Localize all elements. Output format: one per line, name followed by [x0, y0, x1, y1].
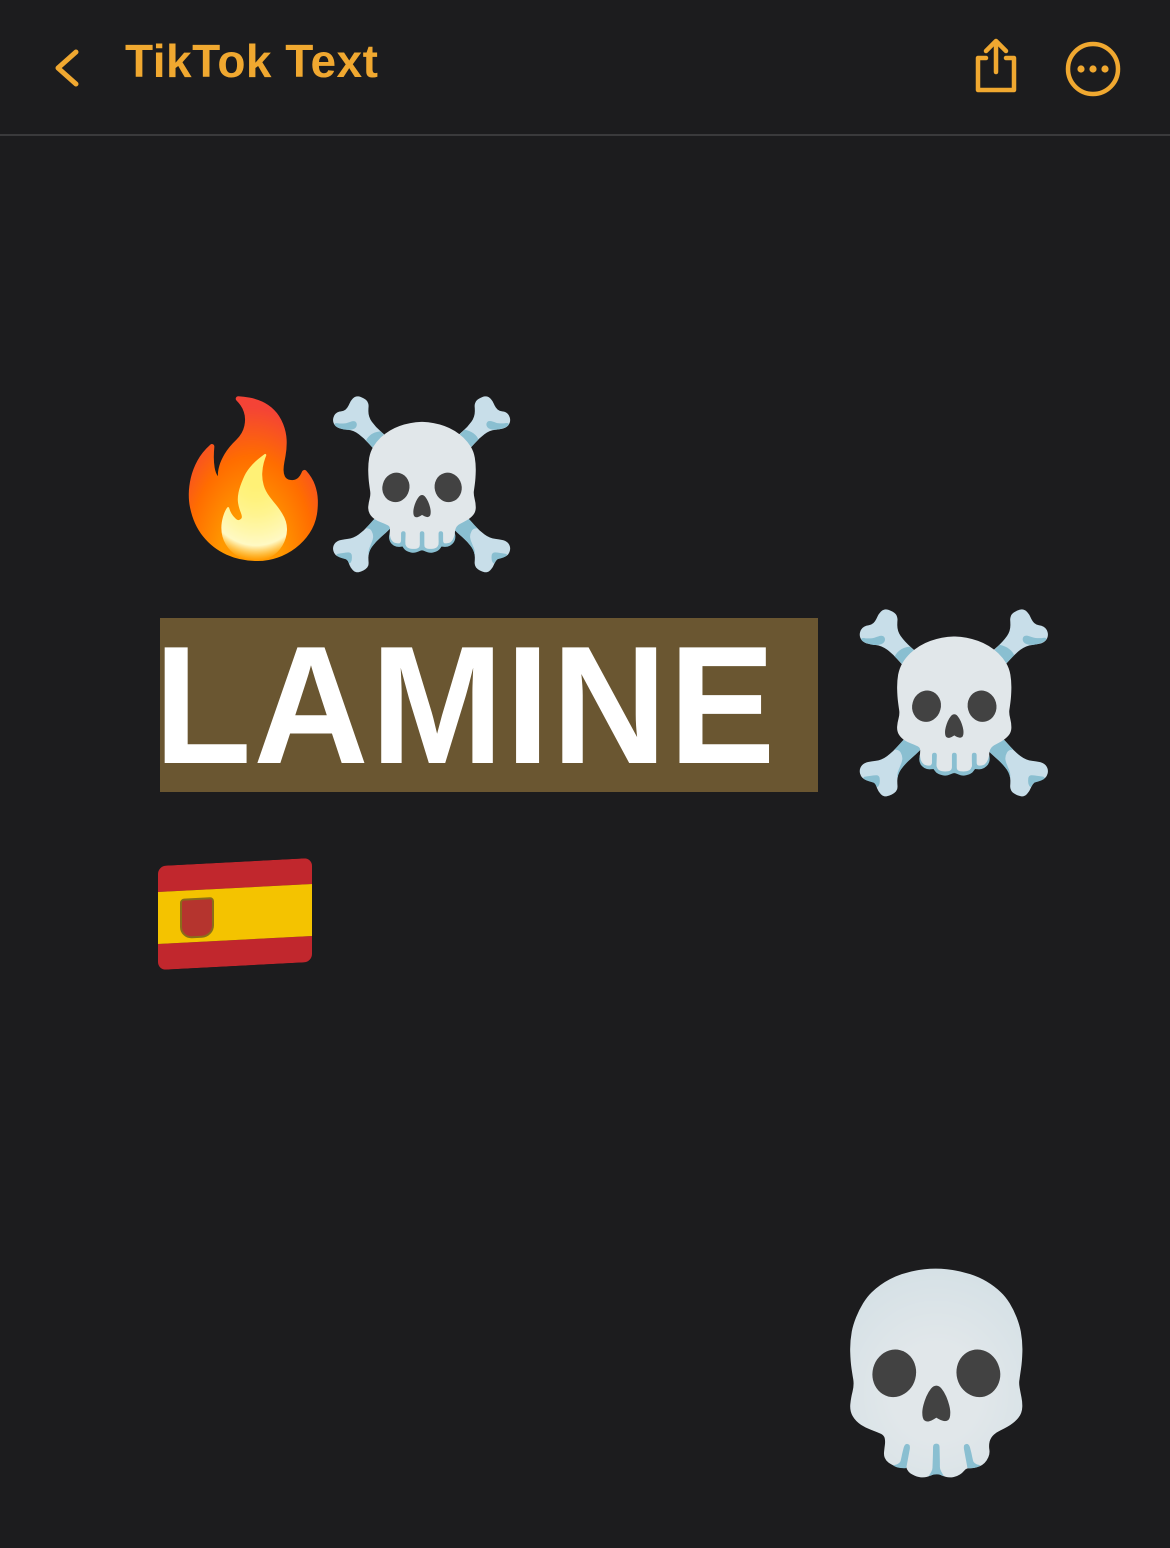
chevron-left-icon[interactable]	[46, 44, 90, 92]
share-icon[interactable]	[968, 36, 1024, 96]
skull-crossbones-icon: ☠️	[322, 390, 522, 577]
ellipsis-circle-icon[interactable]	[1064, 40, 1122, 98]
note-body[interactable]: 🔥 ☠️ LAMINE ☠️ 💀	[0, 136, 1170, 1548]
navigation-bar: TikTok Text	[0, 0, 1170, 136]
skull-icon: 💀	[818, 1262, 1055, 1483]
spain-flag-icon	[158, 857, 312, 971]
page-title: TikTok Text	[125, 35, 379, 87]
highlighted-text[interactable]: LAMINE	[154, 618, 818, 792]
skull-crossbones-icon: ☠️	[848, 604, 1060, 802]
fire-icon: 🔥	[160, 392, 347, 566]
note-title-text: LAMINE	[154, 611, 778, 799]
